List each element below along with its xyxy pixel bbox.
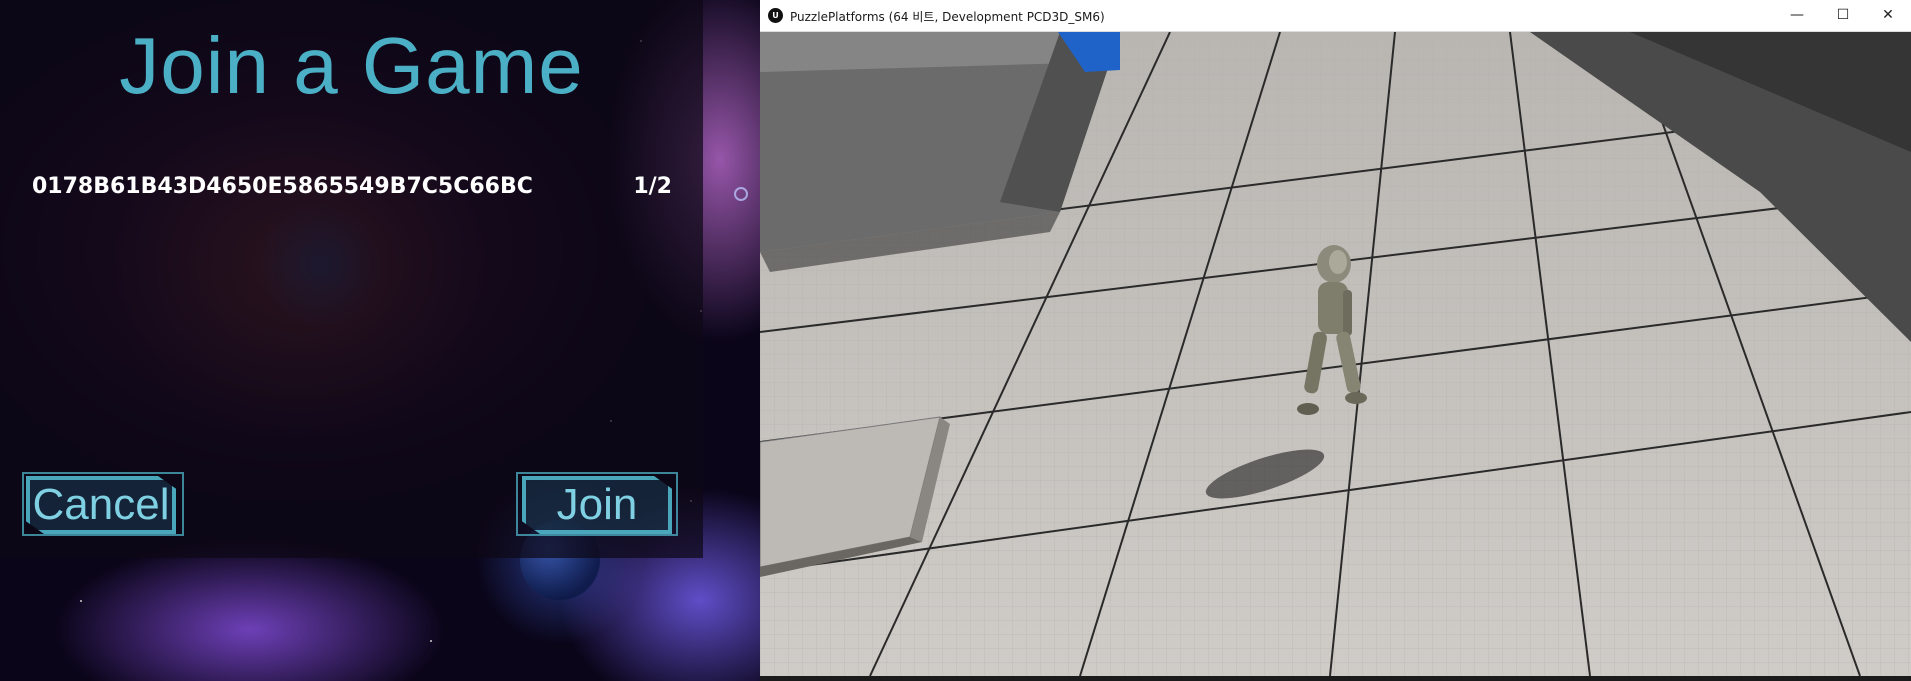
close-icon[interactable]: ✕	[1865, 0, 1911, 31]
game-window: U PuzzlePlatforms (64 비트, Development PC…	[760, 0, 1911, 681]
window-title: PuzzlePlatforms (64 비트, Development PCD3…	[790, 10, 1105, 24]
star	[80, 600, 82, 602]
star	[430, 640, 432, 642]
minimize-icon[interactable]: —	[1774, 0, 1820, 31]
ring-icon	[734, 187, 748, 201]
game-viewport[interactable]	[760, 32, 1911, 676]
server-name: 0178B61B43D4650E5865549B7C5C66BC	[32, 174, 533, 199]
main-menu-window: Join a Game 0178B61B43D4650E5865549B7C5C…	[0, 0, 760, 681]
server-list-row[interactable]: 0178B61B43D4650E5865549B7C5C66BC 1/2	[32, 170, 672, 204]
server-player-count: 1/2	[633, 174, 672, 199]
level-scene	[760, 32, 1911, 676]
window-titlebar[interactable]: U PuzzlePlatforms (64 비트, Development PC…	[760, 0, 1911, 32]
cancel-button[interactable]: Cancel	[26, 476, 176, 534]
window-bottom-border	[760, 676, 1911, 681]
join-button[interactable]: Join	[522, 476, 672, 534]
maximize-icon[interactable]: ☐	[1820, 0, 1866, 31]
join-game-panel: Join a Game 0178B61B43D4650E5865549B7C5C…	[0, 0, 703, 558]
unreal-logo-icon: U	[768, 8, 783, 23]
page-title: Join a Game	[119, 21, 584, 110]
